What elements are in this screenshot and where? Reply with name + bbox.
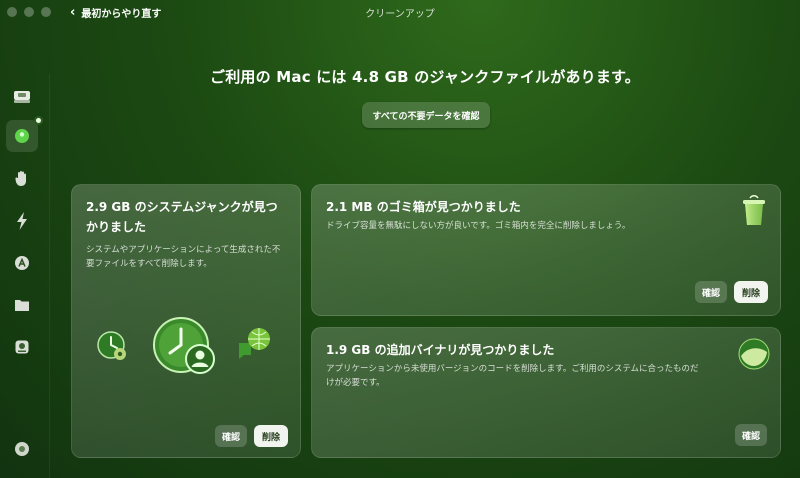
disk-icon bbox=[14, 91, 30, 103]
system-junk-title: 2.9 GB のシステムジャンクが見つかりました bbox=[86, 200, 278, 234]
window-title: クリーンアップ bbox=[365, 9, 435, 20]
sidebar-item-disk[interactable] bbox=[9, 84, 35, 110]
system-junk-card: 2.9 GB のシステムジャンクが見つかりました システムやアプリケーションによ… bbox=[71, 184, 301, 458]
sidebar-item-maintenance[interactable] bbox=[9, 334, 35, 360]
folder-icon bbox=[15, 300, 29, 311]
binaries-icon bbox=[738, 338, 770, 370]
account-icon bbox=[15, 442, 29, 456]
sidebar bbox=[0, 74, 50, 478]
sidebar-item-account[interactable] bbox=[9, 436, 35, 462]
trash-card: 2.1 MB のゴミ箱が見つかりました ドライブ容量を無駄にしない方が良いです。… bbox=[311, 184, 781, 316]
binaries-title: 1.9 GB の追加バイナリが見つかりました bbox=[326, 343, 555, 357]
trash-bin-icon bbox=[743, 195, 765, 225]
page-headline: ご利用の Mac には 4.8 GB のジャンクファイルがあります。 bbox=[210, 68, 640, 86]
sidebar-item-privacy[interactable] bbox=[9, 166, 35, 192]
clock-icon bbox=[153, 317, 215, 374]
hdd-icon bbox=[15, 340, 29, 354]
trash-title: 2.1 MB のゴミ箱が見つかりました bbox=[326, 200, 521, 214]
review-all-button[interactable]: すべての不要データを確認 bbox=[362, 102, 490, 128]
binaries-review-button[interactable]: 確認 bbox=[735, 424, 767, 446]
system-junk-review-button[interactable]: 確認 bbox=[215, 425, 247, 447]
active-badge bbox=[34, 116, 43, 125]
bolt-icon bbox=[17, 212, 27, 230]
globe-chat-icon bbox=[239, 328, 270, 359]
sidebar-item-applications[interactable] bbox=[9, 250, 35, 276]
system-junk-description: システムやアプリケーションによって生成された不要ファイルをすべて削除します。 bbox=[86, 245, 281, 269]
trash-delete-button[interactable]: 削除 bbox=[734, 281, 768, 303]
app-store-icon bbox=[15, 256, 29, 270]
trash-description: ドライブ容量を無駄にしない方が良いです。ゴミ箱内を完全に削除しましょう。 bbox=[326, 221, 631, 231]
trash-review-button[interactable]: 確認 bbox=[695, 281, 727, 303]
sidebar-item-cleanup[interactable] bbox=[6, 116, 43, 152]
sidebar-item-speed[interactable] bbox=[9, 208, 35, 234]
cleanup-icon bbox=[15, 129, 29, 143]
app-window: ‹ 最初からやり直す クリーンアップ ご利用の Mac には 4.8 GB のジ… bbox=[0, 0, 800, 478]
system-junk-delete-button[interactable]: 削除 bbox=[254, 425, 288, 447]
system-junk-illustration bbox=[97, 317, 270, 374]
clock-gear-icon bbox=[97, 331, 126, 360]
binaries-description: アプリケーションから未使用バージョンのコードを削除します。ご利用のシステムに合っ… bbox=[326, 364, 699, 388]
sidebar-item-files[interactable] bbox=[9, 292, 35, 318]
hand-icon bbox=[15, 171, 26, 186]
binaries-card: 1.9 GB の追加バイナリが見つかりました アプリケーションから未使用バージョ… bbox=[311, 327, 781, 458]
